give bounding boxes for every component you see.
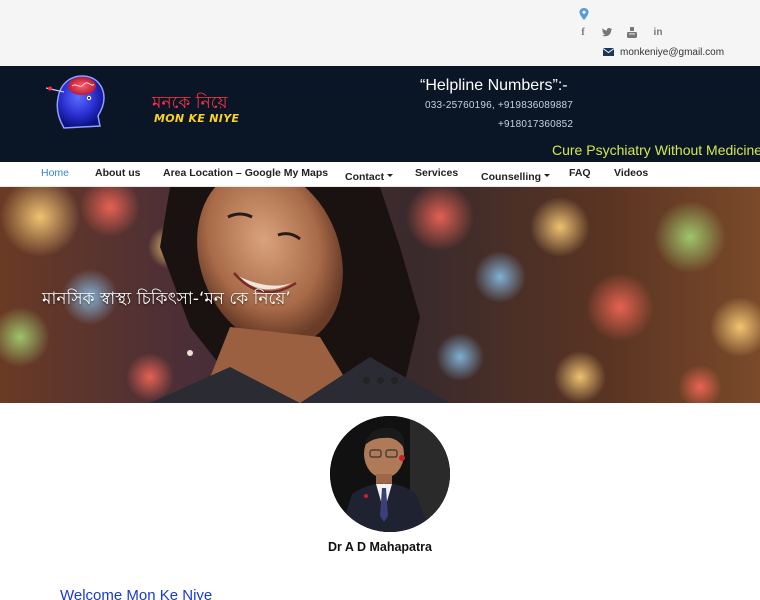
email-address[interactable]: monkeniye@gmail.com [620, 47, 724, 58]
linkedin-icon[interactable]: in [652, 26, 664, 40]
helpline-numbers-primary[interactable]: 033-25760196, +919836089887 [425, 100, 573, 111]
site-header: মনকে নিয়ে MON KE NIYE “Helpline Numbers… [0, 66, 760, 162]
helpline-title: “Helpline Numbers”:- [420, 77, 568, 94]
doctor-name: Dr A D Mahapatra [328, 540, 432, 554]
nav-item-services[interactable]: Services [415, 167, 458, 179]
nav-item-videos[interactable]: Videos [614, 167, 648, 179]
welcome-heading: Welcome Mon Ke Niye [60, 587, 213, 600]
hero-caption: মানসিক স্বাস্থ্য চিকিৎসা-‘মন কে নিয়ে’ [42, 289, 291, 309]
map-marker-icon[interactable] [579, 8, 589, 20]
top-contact-bar: f in monkeniye@gmail.com [0, 0, 760, 66]
nav-item-contact[interactable]: Contact [345, 167, 394, 185]
brain-head-logo-icon [45, 75, 105, 129]
main-navigation: Home About us Area Location – Google My … [0, 162, 760, 187]
caret-down-icon [387, 174, 394, 178]
nav-item-about-us[interactable]: About us [95, 167, 141, 179]
nav-item-contact-label: Contact [345, 171, 385, 183]
logo-english-text: MON KE NIYE [154, 112, 240, 125]
twitter-icon[interactable] [602, 28, 612, 37]
nav-item-home[interactable]: Home [41, 167, 69, 179]
envelope-icon [603, 48, 614, 56]
doctor-avatar [330, 416, 450, 532]
facebook-icon[interactable]: f [578, 26, 588, 40]
site-tagline: Cure Psychiatry Without Medicine [552, 142, 760, 158]
page: f in monkeniye@gmail.com মনকে নিয়ে MON … [0, 0, 760, 600]
slider-dot-3[interactable] [391, 377, 398, 384]
nav-item-faq[interactable]: FAQ [569, 167, 591, 179]
email-contact[interactable]: monkeniye@gmail.com [603, 45, 724, 59]
slider-dot-2[interactable] [377, 377, 384, 384]
nav-item-counselling-label: Counselling [481, 171, 542, 183]
doctor-photo [330, 416, 450, 532]
nav-item-area-location[interactable]: Area Location – Google My Maps [163, 167, 328, 179]
helpline-numbers-secondary[interactable]: +918017360852 [498, 119, 573, 130]
nav-item-counselling[interactable]: Counselling [481, 167, 551, 185]
caret-down-icon [544, 174, 551, 178]
youtube-icon[interactable] [627, 27, 637, 38]
hero-slider[interactable]: মানসিক স্বাস্থ্য চিকিৎসা-‘মন কে নিয়ে’ [0, 187, 760, 403]
site-logo[interactable]: মনকে নিয়ে MON KE NIYE [44, 68, 239, 132]
slider-dot-1[interactable] [363, 377, 370, 384]
